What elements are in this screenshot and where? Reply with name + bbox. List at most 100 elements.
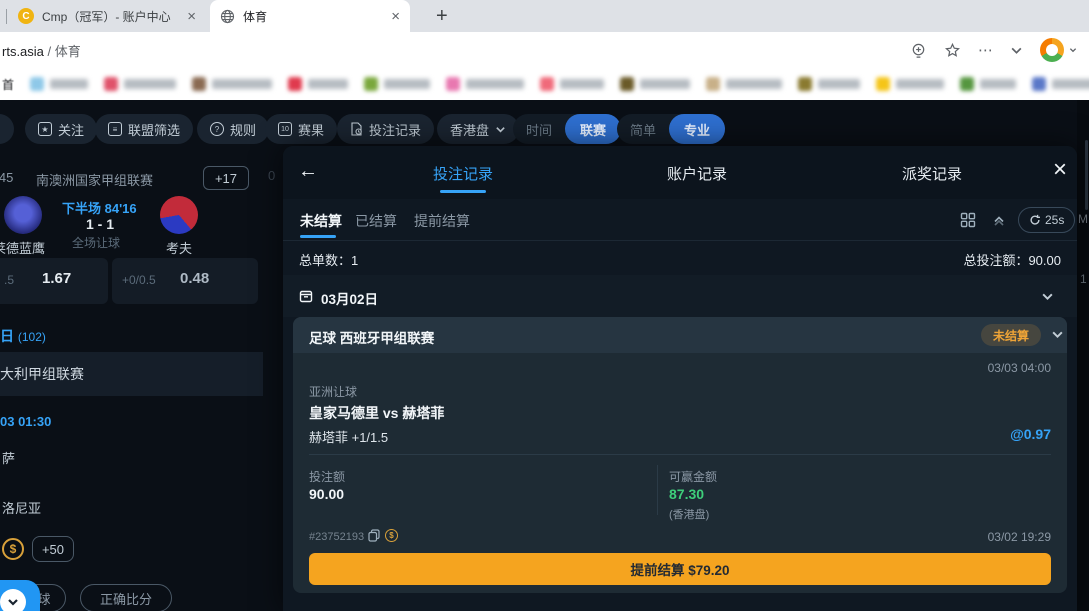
bookmark-label-blur <box>560 79 604 89</box>
nav-follow-button[interactable]: ★ 关注 <box>25 114 97 144</box>
back-arrow-icon[interactable]: ← <box>298 160 318 183</box>
top-nav: ★ 关注 ≡ 联盟筛选 ? 规则 10 赛果 投注记录 香港盘 时间 联赛 <box>0 114 1089 146</box>
league-name: 南澳洲国家甲组联赛 <box>36 170 153 189</box>
scrollbar-thumb[interactable] <box>1085 140 1088 210</box>
more-odds-badge[interactable]: +50 <box>32 536 74 562</box>
bookmark-label-blur <box>384 79 430 89</box>
nav-bet-records-button[interactable]: 投注记录 <box>337 114 434 144</box>
bookmark-item[interactable] <box>30 77 88 91</box>
bookmark-label-blur <box>896 79 944 89</box>
globe-icon <box>220 9 235 24</box>
nav-league-filter-button[interactable]: ≡ 联盟筛选 <box>95 114 193 144</box>
bookmark-item[interactable] <box>192 77 272 91</box>
sort-by-time-button[interactable]: 时间 <box>513 120 565 139</box>
column-divider <box>657 465 658 515</box>
bookmark-label-blur <box>466 79 524 89</box>
bookmark-item[interactable] <box>104 77 176 91</box>
league-row[interactable]: 大利甲组联赛 <box>0 352 263 396</box>
nav-odds-type-dropdown[interactable]: 香港盘 <box>437 114 519 144</box>
bookmark-item[interactable] <box>446 77 524 91</box>
grid-view-icon[interactable] <box>960 212 976 228</box>
win-label: 可赢金额 <box>669 468 717 485</box>
bet-card-header[interactable]: 足球 西班牙甲组联赛 未结算 <box>293 317 1067 353</box>
divider <box>309 454 1051 455</box>
date-label: 03月02日 <box>321 288 378 308</box>
cashout-coin-icon[interactable]: $ <box>385 529 398 542</box>
bookmark-item[interactable] <box>364 77 430 91</box>
browser-tab-bar: C Cmp（冠军）- 账户中心 × 体育 × + <box>0 0 1089 32</box>
cashout-button[interactable]: 提前结算 $79.20 <box>309 553 1051 585</box>
cashout-coin-icon[interactable]: $ <box>2 538 24 560</box>
tab2-close-icon[interactable]: × <box>391 9 400 24</box>
bookmark-favicon <box>288 77 302 91</box>
bookmark-item[interactable] <box>1032 77 1089 91</box>
market-pill-correct-score[interactable]: 正确比分 <box>80 584 172 611</box>
sort-by-league-button[interactable]: 联赛 <box>565 114 621 144</box>
tab-account-records[interactable]: 账户记录 <box>667 163 727 184</box>
nav-rules-label: 规则 <box>230 120 256 139</box>
bookmark-favicon <box>30 77 44 91</box>
bookmark-item[interactable] <box>706 77 782 91</box>
nav-results-button[interactable]: 10 赛果 <box>265 114 337 144</box>
subtab-early-settle[interactable]: 提前结算 <box>414 211 470 231</box>
zoom-page-icon[interactable] <box>910 42 927 59</box>
bet-odds: @0.97 <box>1010 426 1051 442</box>
close-icon[interactable]: × <box>1053 156 1067 184</box>
bookmark-first-label[interactable]: 首 <box>2 76 14 93</box>
bookmark-item[interactable] <box>876 77 944 91</box>
bookmark-favicon <box>706 77 720 91</box>
scoreboard-icon: 10 <box>278 122 292 136</box>
collapse-fab-button[interactable] <box>0 580 40 611</box>
bookmark-favicon <box>104 77 118 91</box>
odds-home: 1.67 <box>42 270 71 287</box>
chevron-down-icon[interactable] <box>1051 328 1064 341</box>
bet-card: 足球 西班牙甲组联赛 未结算 03/03 04:00 亚洲让球 皇家马德里 vs… <box>293 317 1067 593</box>
occluded-content-strip: M 1 <box>1077 100 1089 611</box>
extensions-menu-icon[interactable]: ⋯ <box>978 41 993 59</box>
tab-payout-records[interactable]: 派奖记录 <box>902 163 962 184</box>
browser-tab-account[interactable]: C Cmp（冠军）- 账户中心 × <box>8 0 206 32</box>
day-group-header[interactable]: 日 (102) <box>0 326 46 346</box>
mode-simple-button[interactable]: 简单 <box>617 120 669 139</box>
address-bar[interactable]: rts.asia / 体育 ⋯ <box>0 32 1089 68</box>
subtab-settled[interactable]: 已结算 <box>355 211 397 231</box>
total-orders: 总单数：1 <box>299 250 358 269</box>
bookmark-item[interactable] <box>960 77 1016 91</box>
occluded-glyph: M <box>1078 212 1088 226</box>
nav-pill-partial[interactable] <box>0 114 14 144</box>
bet-league: 足球 西班牙甲组联赛 <box>309 327 434 347</box>
odds-away: 0.48 <box>180 270 209 287</box>
bookmark-item[interactable] <box>620 77 690 91</box>
profile-avatar[interactable] <box>1040 38 1064 62</box>
chevron-down-icon[interactable] <box>1041 290 1054 303</box>
profile-chevron-icon[interactable] <box>1069 46 1077 54</box>
collapse-all-icon[interactable] <box>992 213 1006 227</box>
bookmark-star-icon[interactable] <box>944 42 961 59</box>
auto-refresh-button[interactable]: 25s <box>1018 207 1075 233</box>
handicap-home: .5 <box>4 273 14 287</box>
bookmark-favicon <box>446 77 460 91</box>
match-time: 7:45 <box>0 170 13 185</box>
tab-bet-records[interactable]: 投注记录 <box>433 163 493 184</box>
new-tab-button[interactable]: + <box>436 5 448 28</box>
bookmark-item[interactable] <box>540 77 604 91</box>
url-text[interactable]: rts.asia / 体育 <box>2 41 81 60</box>
league2-name: 大利甲组联赛 <box>0 364 84 384</box>
more-markets-badge[interactable]: +17 <box>203 166 249 190</box>
browser-tab-sports[interactable]: 体育 × <box>210 0 410 32</box>
bookmark-item[interactable] <box>798 77 860 91</box>
refresh-icon <box>1029 214 1041 226</box>
chevron-down-icon <box>0 589 26 611</box>
copy-icon[interactable] <box>368 529 380 542</box>
mode-toggle-group: 简单 专业 <box>617 114 725 144</box>
tab1-close-icon[interactable]: × <box>187 9 196 24</box>
nav-rules-button[interactable]: ? 规则 <box>197 114 269 144</box>
date-group-header[interactable]: 03月02日 <box>283 275 1077 317</box>
mode-pro-button[interactable]: 专业 <box>669 114 725 144</box>
bookmark-label-blur <box>308 79 348 89</box>
subtab-unsettled[interactable]: 未结算 <box>300 211 342 231</box>
chevron-down-icon[interactable] <box>1010 44 1023 57</box>
bookmark-item[interactable] <box>288 77 348 91</box>
star-square-icon: ★ <box>38 122 52 136</box>
placed-time: 03/02 19:29 <box>988 530 1051 544</box>
